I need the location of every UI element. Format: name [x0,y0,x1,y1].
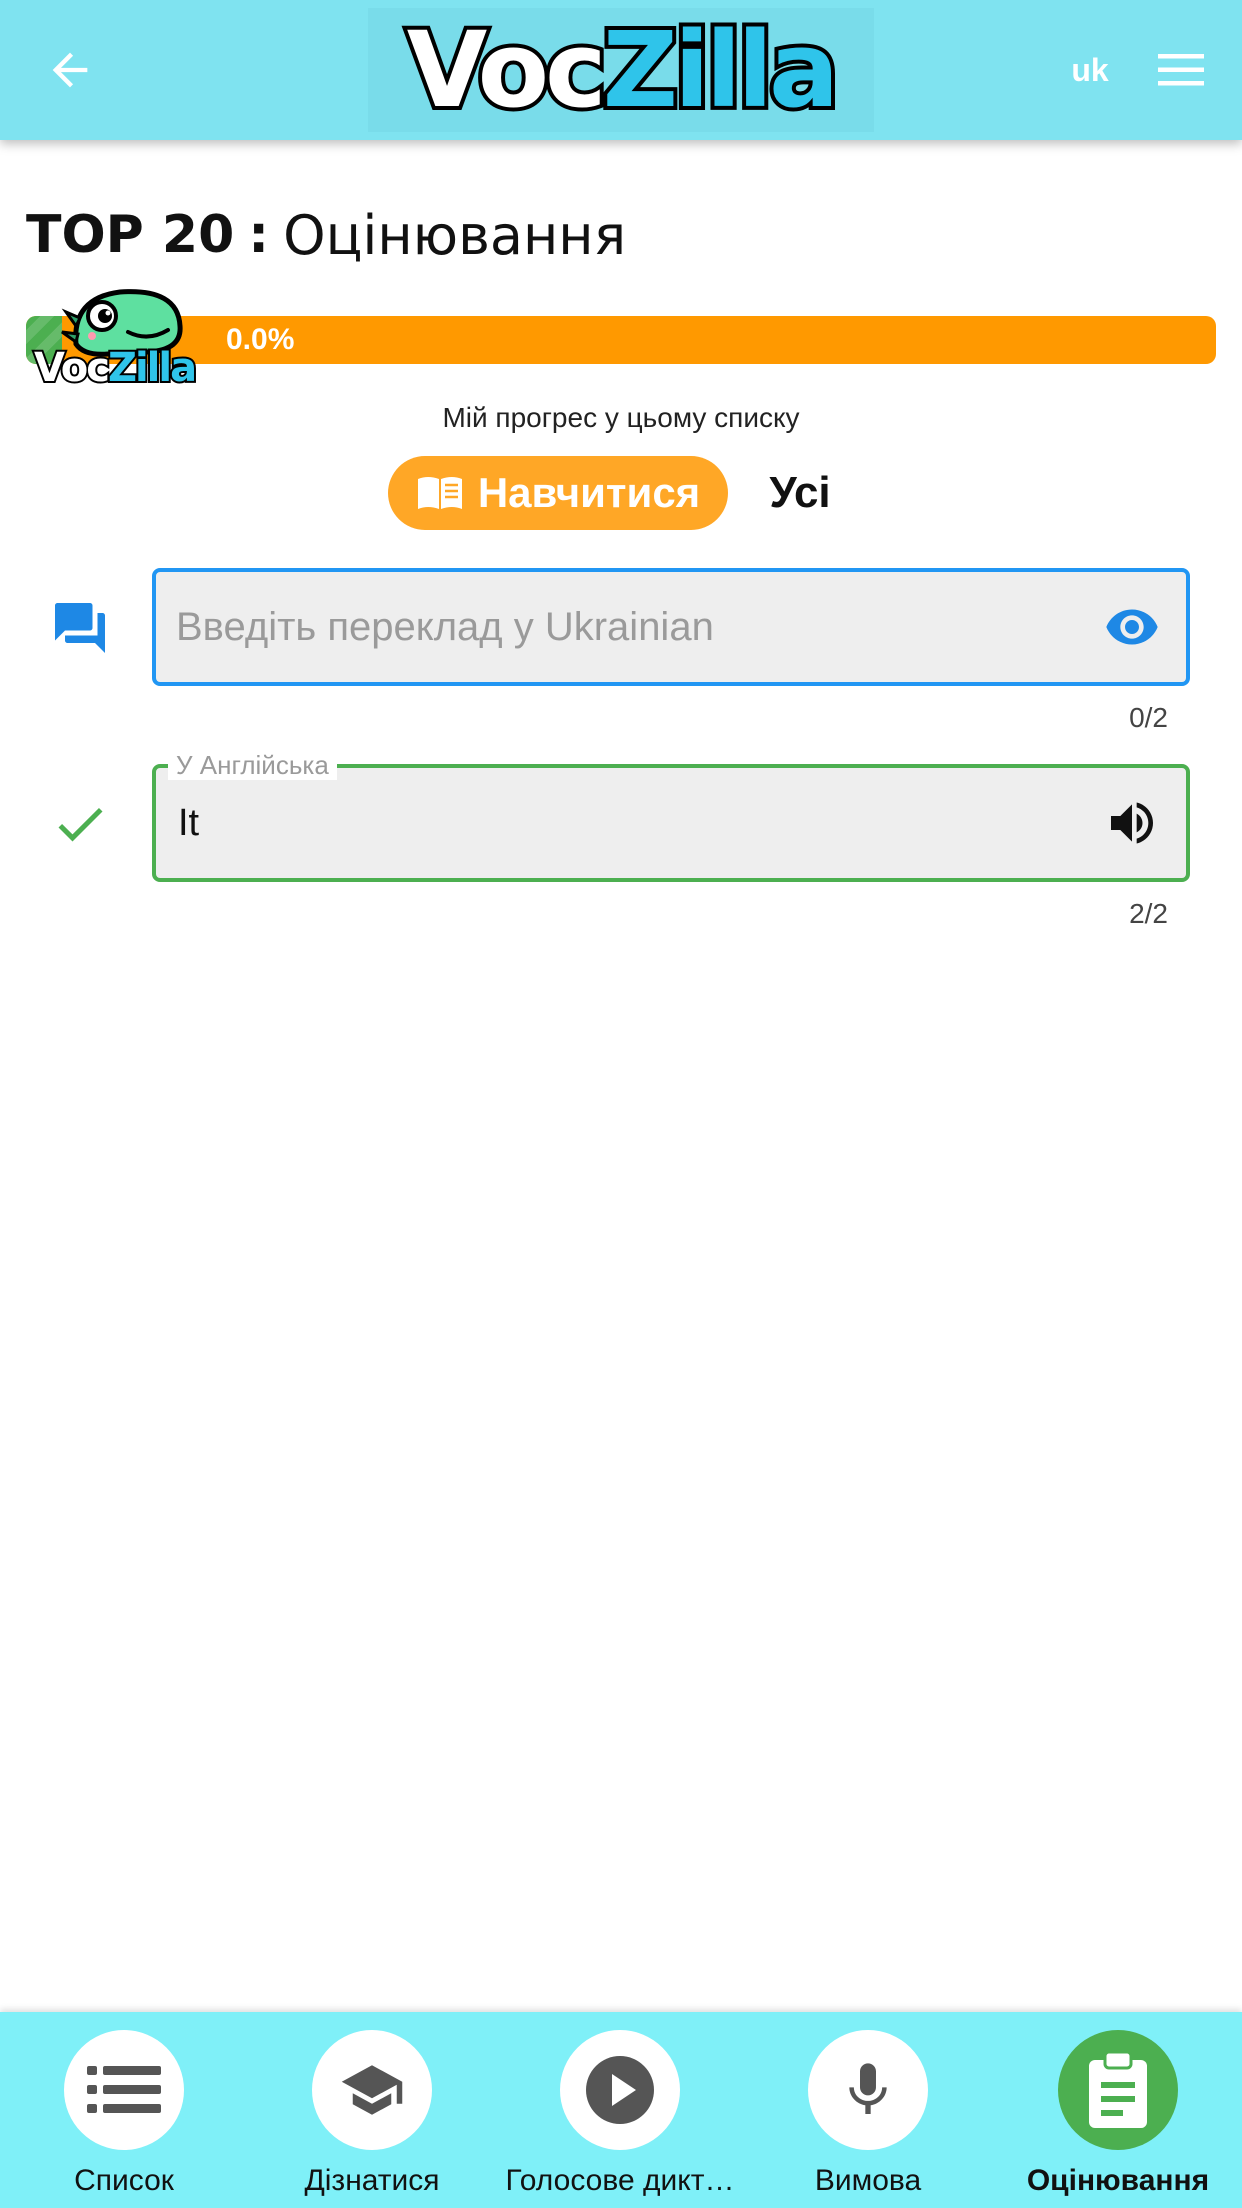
mascot-logo-text: VocZilla [32,345,199,391]
language-button[interactable]: uk [1050,50,1130,90]
app-logo: VocZilla [368,8,874,132]
list-icon [87,2066,161,2113]
reveal-answer-button[interactable] [1104,599,1160,655]
title-separator: : [248,205,270,265]
nav-item-list[interactable]: Список [0,2012,248,2208]
nav-icon-circle [312,2030,432,2150]
question-status [50,598,110,658]
nav-item-pronunciation[interactable]: Вимова [744,2012,992,2208]
learn-button[interactable]: Навчитися [388,456,728,530]
nav-icon-circle [808,2030,928,2150]
app-header: VocZilla uk [0,0,1242,140]
arrow-left-icon [52,52,88,88]
progress-caption: Мій прогрес у цьому списку [442,402,800,433]
nav-item-voice-dictation[interactable]: Голосове дикт… [496,2012,744,2208]
hamburger-menu-icon [1158,54,1204,86]
page-title: TOP 20 : Оцінювання [26,200,626,270]
nav-icon-circle-active [1058,2030,1178,2150]
nav-item-learn[interactable]: Дізнатися [248,2012,496,2208]
mode-name: Оцінювання [283,203,627,267]
eye-icon [1106,609,1158,645]
back-button[interactable] [44,44,96,96]
nav-label: Дізнатися [304,2164,440,2197]
attempts-counter: 2/2 [1129,898,1168,929]
attempts-counter: 0/2 [1129,702,1168,733]
menu-button[interactable] [1156,50,1206,90]
source-word-field: У Англійська It [152,750,1190,882]
bottom-navigation: Список Дізнатися Голосове дикт… Вимова О… [0,2012,1242,2208]
play-icon [586,2056,654,2124]
graduation-cap-icon [341,2065,403,2115]
nav-icon-circle [64,2030,184,2150]
translation-input[interactable] [176,572,1056,682]
nav-item-assessment[interactable]: Оцінювання [994,2012,1242,2208]
answer-status [50,794,110,854]
source-word-value: It [178,802,200,844]
check-icon [58,807,103,842]
chat-bubbles-icon [55,603,105,653]
microphone-icon [849,2063,887,2114]
open-book-icon [417,477,462,509]
translation-field [152,568,1190,686]
play-audio-button[interactable] [1104,795,1160,851]
list-name: TOP 20 [26,205,235,265]
nav-label: Голосове дикт… [505,2164,735,2197]
speaker-icon [1111,802,1153,844]
nav-label: Список [74,2164,174,2197]
all-words-button[interactable]: Усі [740,456,860,530]
clipboard-icon [1089,2050,1147,2128]
logo-text: VocZilla [403,9,843,131]
progress-percent: 0.0% [226,323,295,356]
mascot-logo: VocZilla [28,282,224,402]
learn-button-label: Навчитися [477,469,701,516]
nav-icon-circle [560,2030,680,2150]
nav-label-active: Оцінювання [1026,2164,1210,2197]
nav-label: Вимова [814,2164,922,2197]
